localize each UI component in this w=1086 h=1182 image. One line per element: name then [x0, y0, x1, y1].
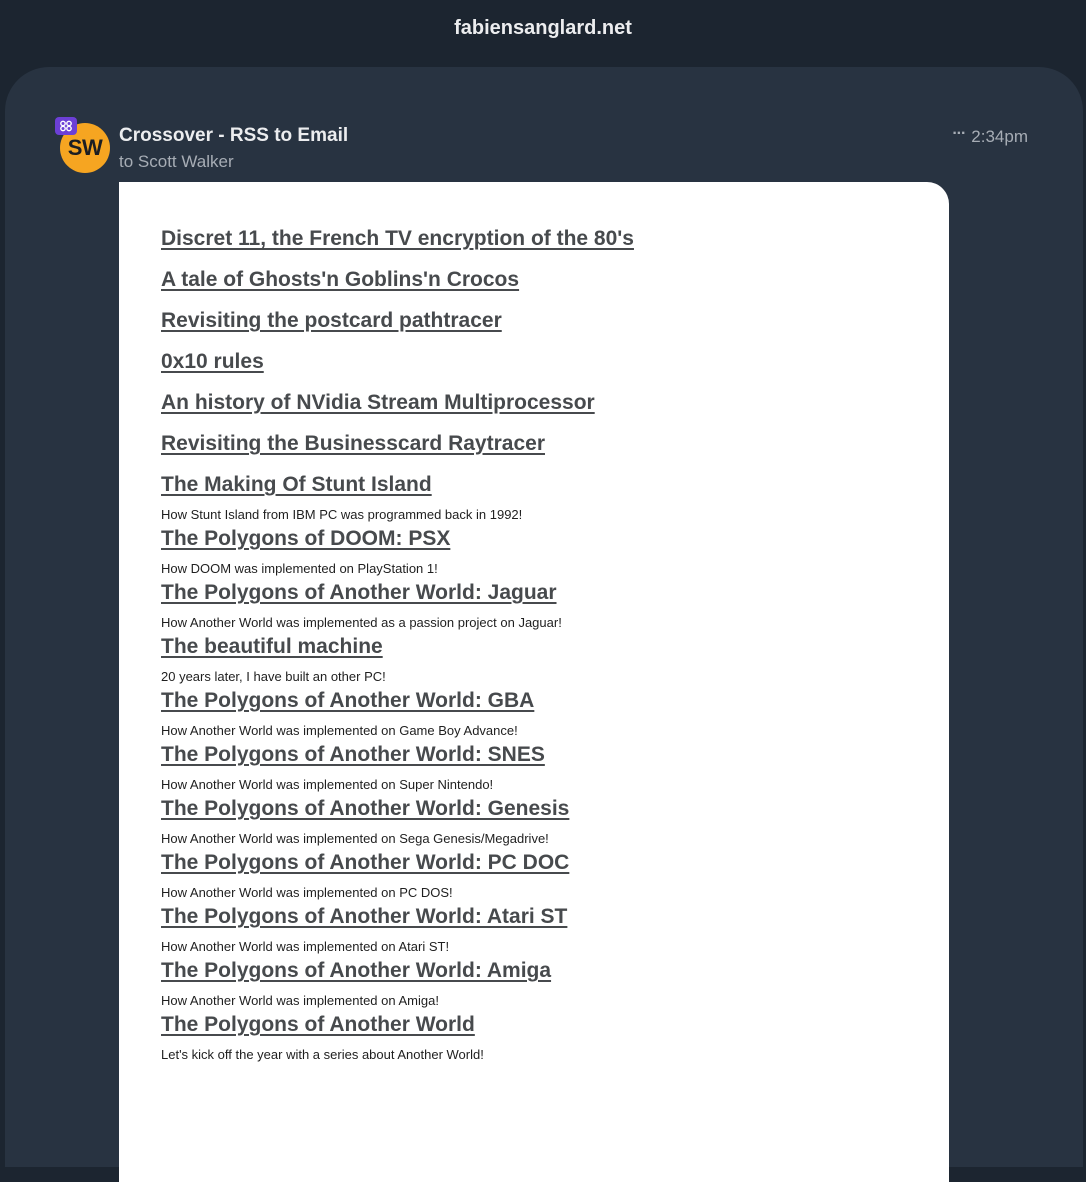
list-item: The Polygons of Another World: Amiga How … [161, 958, 949, 1009]
list-item: An history of NVidia Stream Multiprocess… [161, 390, 949, 416]
list-item: Discret 11, the French TV encryption of … [161, 226, 949, 252]
list-item: The Polygons of DOOM: PSX How DOOM was im… [161, 526, 949, 577]
entry-title-link[interactable]: The Polygons of Another World [161, 1012, 949, 1038]
feed-badge-icon [55, 117, 77, 135]
sender-name[interactable]: Crossover - RSS to Email [119, 125, 348, 147]
entry-title-link[interactable]: The Polygons of Another World: PC DOC [161, 850, 949, 876]
entry-title-link[interactable]: The Making Of Stunt Island [161, 472, 949, 498]
entry-title-link[interactable]: A tale of Ghosts'n Goblins'n Crocos [161, 267, 949, 293]
list-item: Revisiting the postcard pathtracer [161, 308, 949, 334]
list-item: The Polygons of Another World Let's kick … [161, 1012, 949, 1063]
entry-description: How Another World was implemented on Sup… [161, 777, 494, 792]
entry-title-link[interactable]: Revisiting the Businesscard Raytracer [161, 431, 949, 457]
entry-title-link[interactable]: The Polygons of Another World: Genesis [161, 796, 949, 822]
entry-description: How DOOM was implemented on PlayStation … [161, 561, 438, 576]
entry-description: How Another World was implemented on Ami… [161, 993, 439, 1008]
message-meta: ··· 2:34pm [952, 125, 1028, 147]
entry-title-link[interactable]: The Polygons of Another World: SNES [161, 742, 949, 768]
entry-title-link[interactable]: An history of NVidia Stream Multiprocess… [161, 390, 949, 416]
entry-description: Let's kick off the year with a series ab… [161, 1047, 484, 1062]
entry-description: How Another World was implemented on Gam… [161, 723, 518, 738]
list-item: The beautiful machine 20 years later, I h… [161, 634, 949, 685]
rss-entry-list: Discret 11, the French TV encryption of … [161, 226, 949, 1063]
entry-description: How Another World was implemented as a p… [161, 615, 562, 630]
list-item: The Polygons of Another World: PC DOC How… [161, 850, 949, 901]
entry-title-link[interactable]: The Polygons of Another World: Amiga [161, 958, 949, 984]
entry-title-link[interactable]: The beautiful machine [161, 634, 949, 660]
entry-title-link[interactable]: The Polygons of DOOM: PSX [161, 526, 949, 552]
entry-description: How Another World was implemented on Seg… [161, 831, 549, 846]
entry-title-link[interactable]: 0x10 rules [161, 349, 949, 375]
list-item: Revisiting the Businesscard Raytracer [161, 431, 949, 457]
entry-title-link[interactable]: The Polygons of Another World: Atari ST [161, 904, 949, 930]
list-item: The Polygons of Another World: GBA How An… [161, 688, 949, 739]
list-item: 0x10 rules [161, 349, 949, 375]
list-item: The Polygons of Another World: Genesis Ho… [161, 796, 949, 847]
email-body: Discret 11, the French TV encryption of … [119, 182, 949, 1182]
more-options-icon[interactable]: ··· [952, 125, 966, 143]
entry-title-link[interactable]: The Polygons of Another World: Jaguar [161, 580, 949, 606]
entry-description: 20 years later, I have built an other PC… [161, 669, 386, 684]
list-item: The Making Of Stunt Island How Stunt Isla… [161, 472, 949, 523]
recipient-line: to Scott Walker [119, 152, 234, 171]
entry-title-link[interactable]: The Polygons of Another World: GBA [161, 688, 949, 714]
window-title: fabiensanglard.net [454, 17, 632, 39]
sender-avatar-group: SW [55, 117, 111, 175]
list-item: The Polygons of Another World: Atari ST H… [161, 904, 949, 955]
list-item: A tale of Ghosts'n Goblins'n Crocos [161, 267, 949, 293]
entry-description: How Another World was implemented on PC … [161, 885, 453, 900]
list-item: The Polygons of Another World: Jaguar How… [161, 580, 949, 631]
message-card: SW Crossover - RSS to Email to Scott Wal… [5, 67, 1083, 1182]
entry-description: How Another World was implemented on Ata… [161, 939, 450, 954]
message-time: 2:34pm [971, 127, 1028, 146]
entry-title-link[interactable]: Revisiting the postcard pathtracer [161, 308, 949, 334]
entry-description: How Stunt Island from IBM PC was program… [161, 507, 523, 522]
entry-title-link[interactable]: Discret 11, the French TV encryption of … [161, 226, 949, 252]
list-item: The Polygons of Another World: SNES How A… [161, 742, 949, 793]
title-bar: fabiensanglard.net [0, 0, 1086, 68]
